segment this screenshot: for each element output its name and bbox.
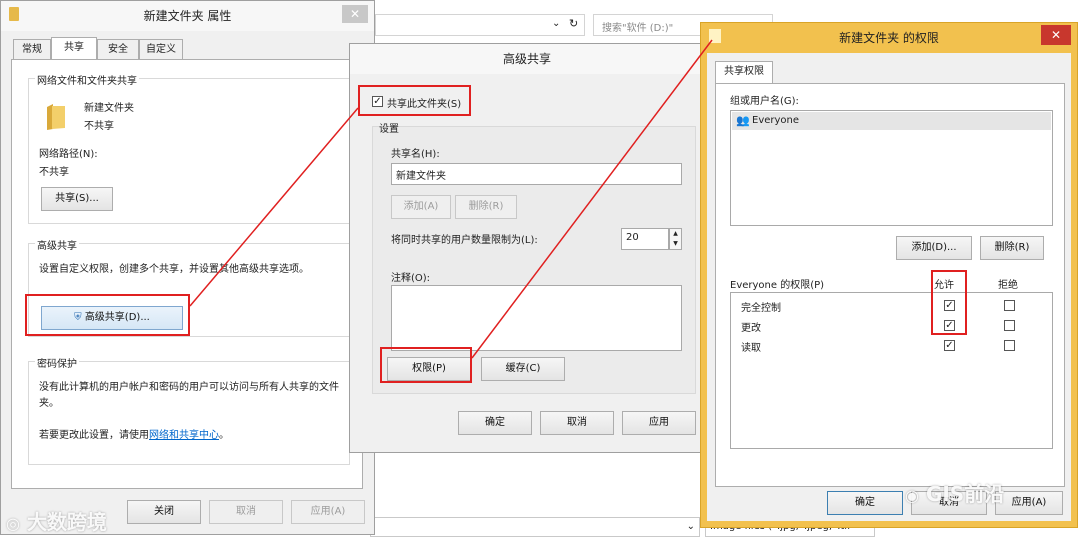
connector-line-2 <box>471 39 713 359</box>
watermark-left: ◎ 大数跨境 <box>6 510 107 534</box>
weibo-icon: ◎ <box>6 514 20 533</box>
wechat-icon: ◉ <box>905 486 919 505</box>
watermark-right: ◉ GIS前沿 <box>905 482 1005 506</box>
connector-lines <box>189 39 713 359</box>
connector-line-1 <box>189 107 359 307</box>
